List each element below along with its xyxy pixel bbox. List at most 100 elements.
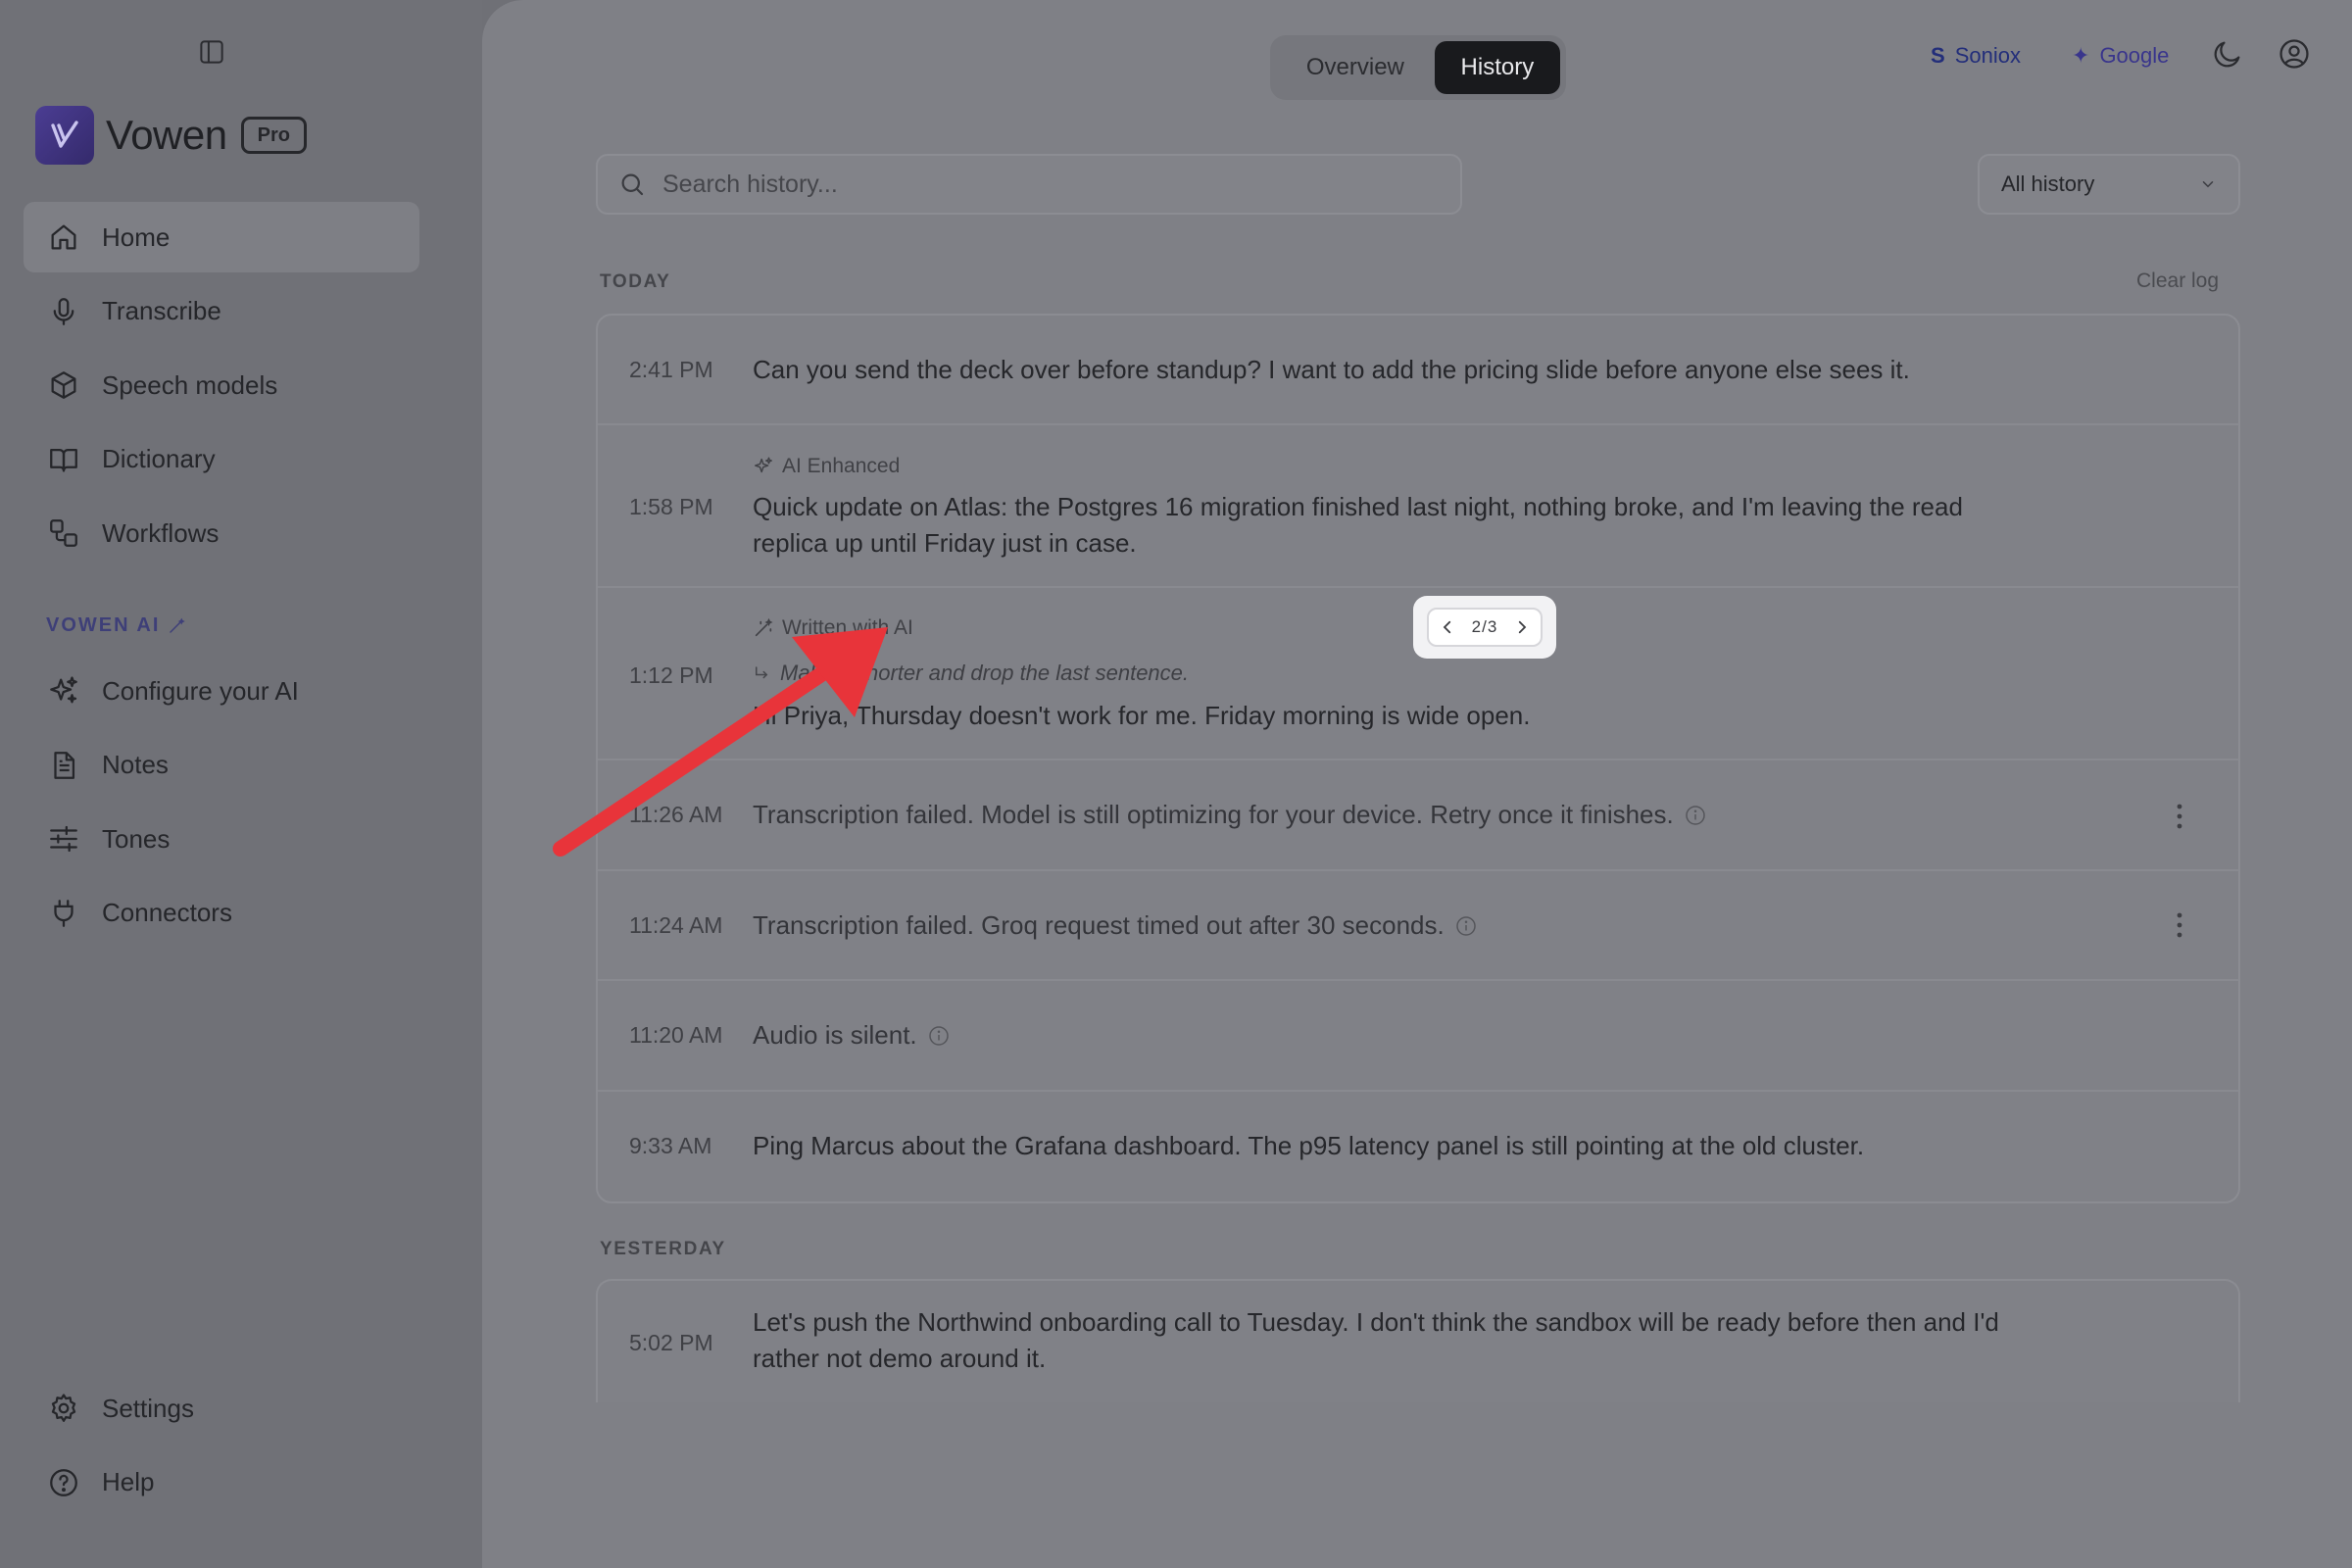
- sidebar-item-configure-ai[interactable]: Configure your AI: [24, 656, 419, 726]
- wand-icon: [755, 617, 773, 637]
- history-entry[interactable]: 9:33 AM Ping Marcus about the Grafana da…: [598, 1092, 2238, 1201]
- sidebar-item-transcribe[interactable]: Transcribe: [24, 276, 419, 347]
- sidebar-item-settings[interactable]: Settings: [24, 1373, 419, 1444]
- search-input[interactable]: [662, 170, 1446, 199]
- plan-badge: Pro: [240, 117, 307, 154]
- app-name: Vowen: [106, 112, 227, 158]
- history-entry[interactable]: 11:20 AM Audio is silent.: [598, 981, 2238, 1092]
- view-switcher: Overview History: [1270, 35, 1566, 100]
- sidebar-item-label: Connectors: [102, 898, 232, 927]
- more-options-icon[interactable]: [2174, 802, 2185, 831]
- sidebar-item-help[interactable]: Help: [24, 1447, 419, 1518]
- sidebar-item-label: Dictionary: [102, 444, 216, 473]
- instruction-text: Make it shorter and drop the last senten…: [780, 661, 1190, 685]
- entry-time: 9:33 AM: [629, 1133, 712, 1158]
- book-icon: [47, 443, 80, 476]
- entry-text: Let's push the Northwind onboarding call…: [753, 1307, 1999, 1373]
- history-entry[interactable]: 2:41 PM Can you send the deck over befor…: [598, 316, 2238, 425]
- entry-text: Quick update on Atlas: the Postgres 16 m…: [753, 492, 1963, 558]
- sidebar-item-label: Home: [102, 221, 171, 252]
- sidebar-item-label: Configure your AI: [102, 675, 299, 706]
- entry-tag-label: AI Enhanced: [782, 455, 901, 477]
- sidebar-item-label: Speech models: [102, 369, 278, 400]
- tab-overview[interactable]: Overview: [1276, 41, 1435, 94]
- google-sparkle-icon: ✦: [2072, 43, 2090, 68]
- entry-time: 2:41 PM: [629, 357, 713, 382]
- filter-value: All history: [2001, 172, 2095, 196]
- history-card-today: 2:41 PM Can you send the deck over befor…: [596, 314, 2240, 1203]
- section-label-text: VOWEN AI: [46, 614, 161, 636]
- sidebar-toggle-icon[interactable]: [197, 37, 226, 67]
- provider-google[interactable]: ✦ Google: [2072, 40, 2169, 72]
- history-entry[interactable]: 11:26 AM Transcription failed. Model is …: [598, 760, 2238, 871]
- main-panel: Overview History S Soniox ✦ Google All h…: [482, 0, 2352, 1568]
- sidebar-item-tones[interactable]: Tones: [24, 804, 419, 874]
- sidebar-item-home[interactable]: Home: [24, 202, 419, 272]
- error-message: Transcription failed. Groq request timed…: [753, 910, 1445, 940]
- entry-time: 11:20 AM: [629, 1022, 723, 1048]
- tab-history[interactable]: History: [1434, 41, 1560, 94]
- vowen-logo-icon: [35, 106, 94, 165]
- sidebar-item-workflows[interactable]: Workflows: [24, 498, 419, 568]
- entry-tag: Written with AI: [753, 616, 913, 640]
- home-icon: [47, 220, 80, 254]
- entry-text: Ping Marcus about the Grafana dashboard.…: [753, 1131, 1865, 1160]
- search-bar: [596, 154, 1462, 215]
- entry-tag-label: Written with AI: [782, 616, 913, 639]
- moon-icon[interactable]: [2211, 37, 2244, 71]
- entry-time: 11:26 AM: [629, 802, 723, 827]
- version-pager-highlight: 2/3: [1413, 596, 1556, 659]
- sidebar-item-label: Help: [102, 1467, 155, 1496]
- sparkles-icon: [755, 457, 772, 473]
- status-message: Audio is silent.: [753, 1020, 917, 1050]
- version-count: 2/3: [1471, 617, 1498, 636]
- sidebar: Vowen Pro Home Transcribe Speech models …: [0, 0, 482, 1568]
- chevron-down-icon: [2199, 175, 2217, 193]
- sidebar-item-connectors[interactable]: Connectors: [24, 878, 419, 949]
- ai-nav: Configure your AI Notes Tones Connectors: [24, 656, 419, 952]
- history-filter-select[interactable]: All history: [1978, 154, 2240, 215]
- entry-time: 11:24 AM: [629, 912, 723, 938]
- account-icon[interactable]: [2278, 37, 2311, 71]
- chevron-right-icon[interactable]: [1513, 618, 1531, 636]
- entry-error-text: Transcription failed. Model is still opt…: [753, 797, 2017, 833]
- info-icon[interactable]: [1684, 804, 1707, 827]
- provider-label: Soniox: [1954, 43, 2021, 68]
- chevron-left-icon[interactable]: [1439, 618, 1456, 636]
- entry-text: Hi Priya, Thursday doesn't work for me. …: [753, 701, 1531, 730]
- bottom-nav: Settings Help: [24, 1373, 419, 1521]
- wand-icon: [170, 617, 186, 633]
- provider-soniox[interactable]: S Soniox: [1931, 40, 2021, 72]
- history-entry[interactable]: 11:24 AM Transcription failed. Groq requ…: [598, 871, 2238, 981]
- app-logo: Vowen Pro: [35, 105, 307, 166]
- history-entry[interactable]: AI Enhanced 1:58 PM Quick update on Atla…: [598, 425, 2238, 588]
- soniox-icon: S: [1931, 43, 1945, 68]
- sidebar-item-label: Notes: [102, 750, 169, 779]
- more-options-icon[interactable]: [2174, 910, 2185, 940]
- sidebar-item-label: Workflows: [102, 517, 220, 548]
- sparkles-icon: [47, 674, 80, 708]
- entry-tag: AI Enhanced: [753, 455, 900, 478]
- sidebar-item-notes[interactable]: Notes: [24, 730, 419, 801]
- info-icon[interactable]: [927, 1024, 951, 1048]
- search-icon: [617, 170, 647, 199]
- history-card-yesterday: 5:02 PM Let's push the Northwind onboard…: [596, 1279, 2240, 1402]
- section-label-vowen-ai: VOWEN AI: [46, 614, 186, 637]
- info-icon[interactable]: [1454, 914, 1478, 938]
- sidebar-item-label: Settings: [102, 1393, 194, 1423]
- sidebar-item-dictionary[interactable]: Dictionary: [24, 424, 419, 495]
- sidebar-item-label: Tones: [102, 823, 171, 854]
- plug-icon: [47, 897, 80, 930]
- gear-icon: [47, 1392, 80, 1425]
- entry-silent-text: Audio is silent.: [753, 1017, 2017, 1054]
- version-pager: 2/3: [1427, 608, 1543, 647]
- clear-log-button[interactable]: Clear log: [2136, 270, 2219, 293]
- document-icon: [47, 749, 80, 782]
- sidebar-item-speech-models[interactable]: Speech models: [24, 350, 419, 420]
- cube-icon: [47, 368, 80, 402]
- history-entry[interactable]: 5:02 PM Let's push the Northwind onboard…: [598, 1281, 2238, 1402]
- group-label-yesterday: YESTERDAY: [600, 1239, 726, 1259]
- entry-time: 5:02 PM: [629, 1330, 713, 1355]
- entry-text: Can you send the deck over before standu…: [753, 355, 1910, 384]
- provider-label: Google: [2099, 43, 2170, 68]
